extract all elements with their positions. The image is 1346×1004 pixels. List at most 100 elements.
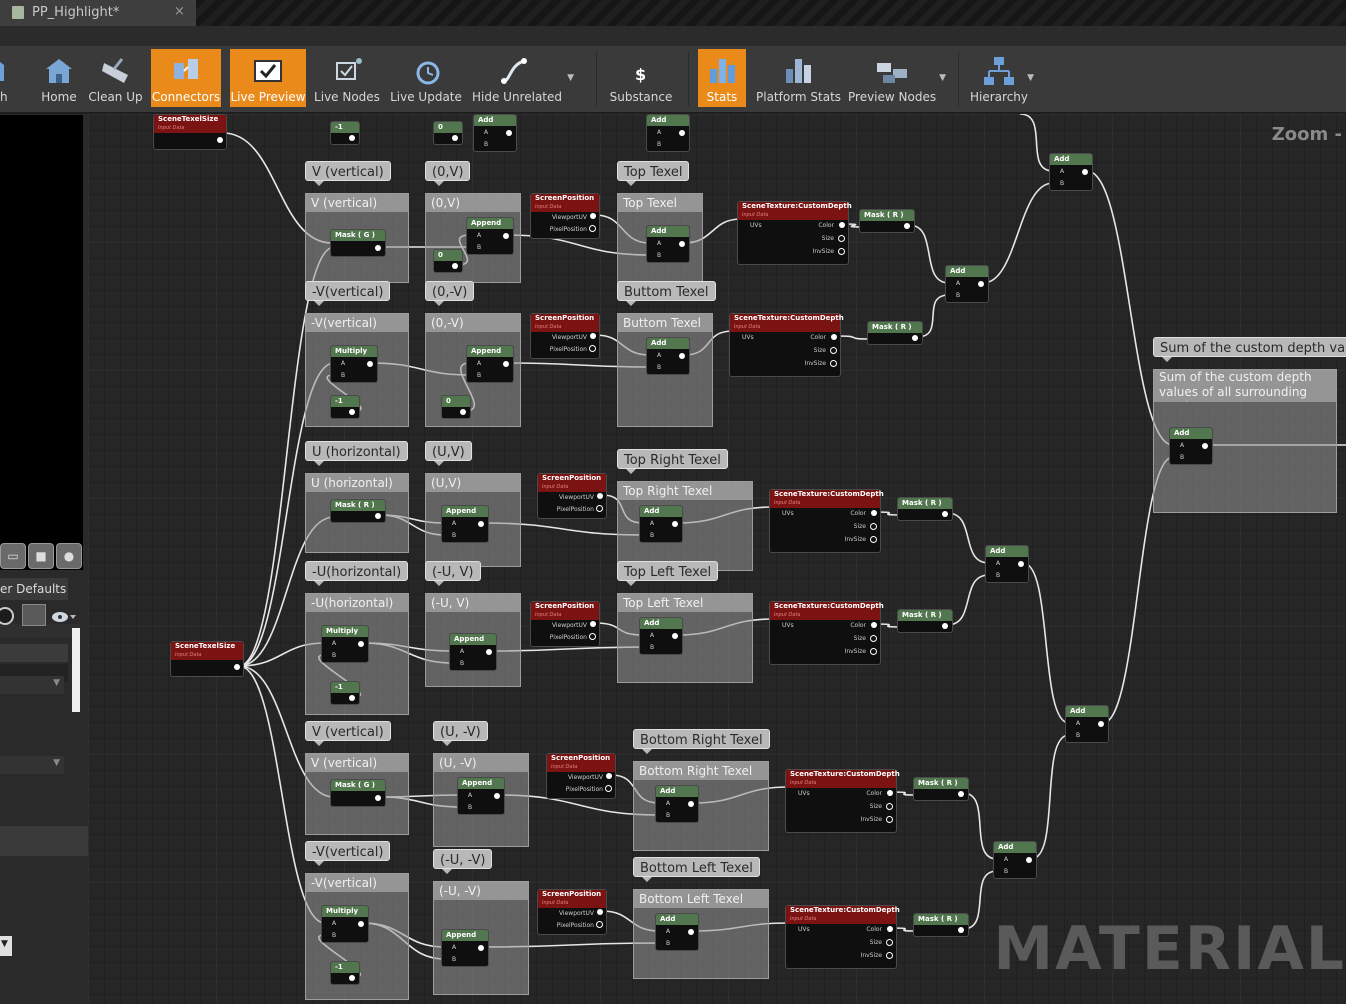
comment-box[interactable]: Top Right Texel — [617, 481, 753, 571]
preview-nodes-button[interactable]: Preview Nodes ▼ — [848, 49, 946, 107]
grid-view-icon[interactable] — [22, 604, 46, 626]
material-node-st[interactable]: SceneTexture:CustomDepth Input Data UVs Col… — [769, 489, 884, 553]
comment-bubble[interactable]: Top Right Texel — [617, 449, 728, 474]
comment-bubble[interactable]: Bottom Left Texel — [633, 857, 760, 882]
material-node-append[interactable]: Append A B — [466, 345, 514, 383]
comment-bubble[interactable]: -V(vertical) — [305, 841, 391, 866]
comment-box[interactable]: Bottom Right Texel — [633, 761, 769, 851]
search-icon[interactable] — [0, 607, 14, 625]
output-pin[interactable] — [596, 505, 603, 512]
output-pin[interactable] — [486, 649, 492, 655]
output-pin[interactable] — [217, 137, 223, 143]
output-pin[interactable] — [886, 939, 893, 946]
output-pin[interactable] — [478, 521, 484, 527]
output-pin[interactable] — [1098, 721, 1104, 727]
chevron-down-icon[interactable]: ▼ — [567, 73, 574, 83]
material-node-append[interactable]: Append A B — [457, 777, 505, 815]
output-pin[interactable] — [870, 523, 877, 530]
eye-icon[interactable] — [50, 608, 76, 622]
close-tab-icon[interactable]: × — [174, 4, 185, 19]
output-pin[interactable] — [590, 621, 596, 627]
comment-bubble[interactable]: V (vertical) — [305, 721, 391, 746]
output-pin[interactable] — [830, 360, 837, 367]
details-dropdown[interactable]: ▼ — [0, 676, 64, 694]
output-pin[interactable] — [596, 921, 603, 928]
live-nodes-button[interactable]: Live Nodes — [312, 49, 382, 107]
output-pin[interactable] — [886, 816, 893, 823]
material-node-add[interactable]: Add A B — [945, 265, 989, 303]
comment-bubble[interactable]: U (horizontal) — [305, 441, 408, 466]
output-pin[interactable] — [830, 347, 837, 354]
output-pin[interactable] — [606, 773, 612, 779]
details-scrollbar[interactable] — [72, 628, 80, 712]
comment-bubble[interactable]: (U,V) — [425, 441, 472, 466]
output-pin[interactable] — [886, 803, 893, 810]
output-pin[interactable] — [589, 345, 596, 352]
material-node-maskr[interactable]: Mask ( R ) — [330, 499, 386, 523]
chevron-down-icon[interactable]: ▼ — [1027, 73, 1034, 83]
output-pin[interactable] — [672, 521, 678, 527]
substance-button[interactable]: $ Substance — [608, 49, 674, 107]
material-node-sp[interactable]: ScreenPosition Input Data ViewportUV PixelP… — [546, 753, 616, 799]
material-node-sp[interactable]: ScreenPosition Input Data ViewportUV PixelP… — [530, 601, 600, 647]
output-pin[interactable] — [871, 510, 877, 516]
material-node-st[interactable]: SceneTexture:CustomDepth Input Data UVs Col… — [785, 905, 900, 969]
output-pin[interactable] — [904, 223, 910, 229]
comment-box[interactable]: Bottom Left Texel — [633, 889, 769, 979]
clean-up-button[interactable]: Clean Up — [88, 49, 143, 107]
material-node-add[interactable]: Add A B — [646, 114, 690, 152]
material-node-zero[interactable]: 0 — [441, 395, 471, 419]
output-pin[interactable] — [597, 909, 603, 915]
output-pin[interactable] — [886, 952, 893, 959]
output-pin[interactable] — [349, 135, 355, 141]
output-pin[interactable] — [375, 245, 381, 251]
preview-sphere-icon[interactable]: ● — [56, 543, 82, 569]
output-pin[interactable] — [589, 633, 596, 640]
output-pin[interactable] — [1082, 169, 1088, 175]
material-node-add[interactable]: Add A B — [639, 505, 683, 543]
material-node-neg[interactable]: -1 — [330, 681, 360, 705]
comment-bubble[interactable]: -U(horizontal) — [305, 561, 409, 586]
details-row[interactable] — [0, 644, 68, 662]
output-pin[interactable] — [590, 333, 596, 339]
output-pin[interactable] — [672, 633, 678, 639]
preview-cube-icon[interactable]: ■ — [28, 543, 54, 569]
material-node-multiply[interactable]: Multiply A B — [321, 625, 369, 663]
platform-stats-button[interactable]: Platform Stats — [756, 49, 841, 107]
output-pin[interactable] — [679, 130, 685, 136]
material-node-add[interactable]: Add A B — [639, 617, 683, 655]
material-node-maskg[interactable]: Mask ( G ) — [330, 779, 386, 807]
details-dropdown-button[interactable]: ▼ — [0, 936, 12, 956]
comment-bubble[interactable]: (0,V) — [425, 161, 471, 186]
material-node-maskg[interactable]: Mask ( G ) — [330, 229, 386, 257]
comment-bubble[interactable]: Buttom Texel — [617, 281, 716, 306]
hierarchy-button[interactable]: Hierarchy ▼ — [970, 49, 1034, 107]
output-pin[interactable] — [494, 793, 500, 799]
output-pin[interactable] — [942, 511, 948, 517]
output-pin[interactable] — [358, 921, 364, 927]
output-pin[interactable] — [349, 409, 355, 415]
material-node-neg[interactable]: -1 — [330, 961, 360, 985]
material-node-append[interactable]: Append A B — [441, 929, 489, 967]
material-node-sp[interactable]: ScreenPosition Input Data ViewportUV PixelP… — [530, 193, 600, 239]
output-pin[interactable] — [460, 409, 466, 415]
output-pin[interactable] — [679, 241, 685, 247]
comment-bubble[interactable]: (0,-V) — [425, 281, 475, 306]
output-pin[interactable] — [358, 641, 364, 647]
material-node-maskr[interactable]: Mask ( R ) — [913, 777, 969, 801]
output-pin[interactable] — [1026, 857, 1032, 863]
material-node-append[interactable]: Append A B — [449, 633, 497, 671]
output-pin[interactable] — [838, 235, 845, 242]
material-node-multiply[interactable]: Multiply A B — [321, 905, 369, 943]
material-node-neg[interactable]: -1 — [330, 121, 360, 145]
material-graph-canvas[interactable]: Zoom - MATERIAL V (vertical) (0,V) Top Tex… — [88, 114, 1346, 1004]
material-node-sp[interactable]: ScreenPosition Input Data ViewportUV PixelP… — [530, 313, 600, 359]
material-node-maskr[interactable]: Mask ( R ) — [913, 913, 969, 937]
material-node-maskr[interactable]: Mask ( R ) — [897, 497, 953, 521]
output-pin[interactable] — [503, 233, 509, 239]
material-node-neg[interactable]: -1 — [330, 395, 360, 419]
material-preview-viewport[interactable] — [0, 115, 83, 570]
live-update-button[interactable]: Live Update — [390, 49, 462, 107]
output-pin[interactable] — [870, 536, 877, 543]
material-node-add[interactable]: Add A B — [1065, 705, 1109, 743]
